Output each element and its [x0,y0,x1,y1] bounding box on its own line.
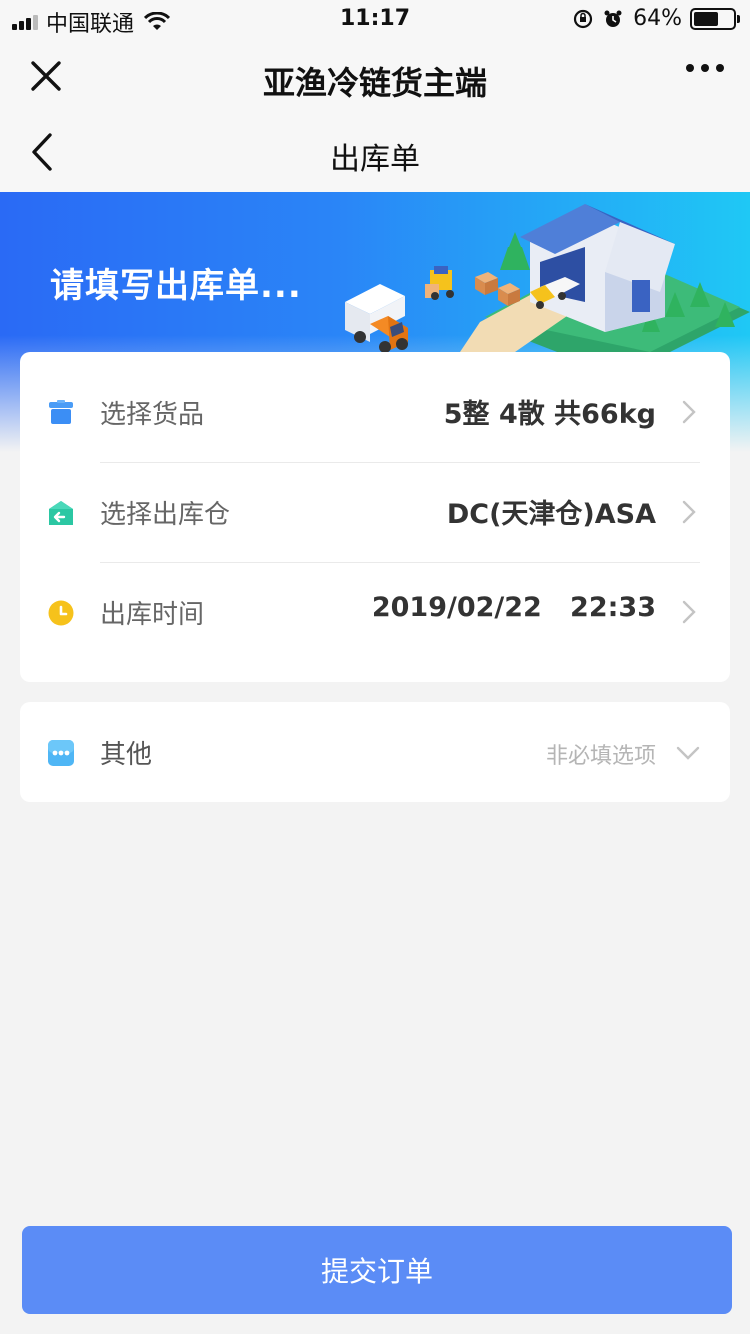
app-bar: 亚渔冷链货主端 [0,40,750,114]
more-dots-icon [48,740,74,766]
battery-percent: 64% [633,6,682,31]
alarm-icon [604,10,622,27]
clock-icon [48,600,74,626]
warehouse-out-icon [49,501,73,525]
other-card: 其他 非必填选项 [20,702,730,802]
battery-fill [694,11,719,26]
order-form-card: 选择货品 5整 4散 共66kg 选择出库仓 DC(天津仓)ASA 出库时间 2… [20,352,730,682]
select-warehouse-row[interactable]: 选择出库仓 DC(天津仓)ASA [20,462,730,562]
other-hint: 非必填选项 [545,744,656,769]
chevron-right-icon [682,400,696,424]
other-row[interactable]: 其他 非必填选项 [20,702,730,802]
rotation-lock-icon [573,9,593,28]
banner-text: 请填写出库单... [50,266,302,306]
outbound-time-label: 出库时间 [100,600,205,630]
status-right: 64% [573,6,740,31]
more-icon[interactable] [686,64,724,72]
other-label: 其他 [100,740,153,770]
page-title: 出库单 [330,142,420,177]
select-goods-value: 5整 4散 共66kg [443,399,656,430]
outbound-time-row[interactable]: 出库时间 2019/02/22 22:33 [20,562,730,662]
chevron-right-icon [682,500,696,524]
select-goods-row[interactable]: 选择货品 5整 4散 共66kg [20,362,730,462]
app-title: 亚渔冷链货主端 [262,64,487,102]
battery-icon [690,7,740,30]
page-nav: 出库单 [0,114,750,192]
package-icon [49,400,73,424]
submit-order-button[interactable]: 提交订单 [22,1226,732,1314]
select-warehouse-value: DC(天津仓)ASA [446,499,656,530]
status-bar: 中国联通 11:17 64% [0,0,750,40]
warehouse-illustration [345,204,750,357]
outbound-time-value: 2019/02/22 22:33 [371,592,656,623]
select-goods-label: 选择货品 [100,400,205,430]
chevron-down-icon[interactable] [676,746,700,760]
select-warehouse-label: 选择出库仓 [100,500,231,530]
chevron-right-icon [682,600,696,624]
